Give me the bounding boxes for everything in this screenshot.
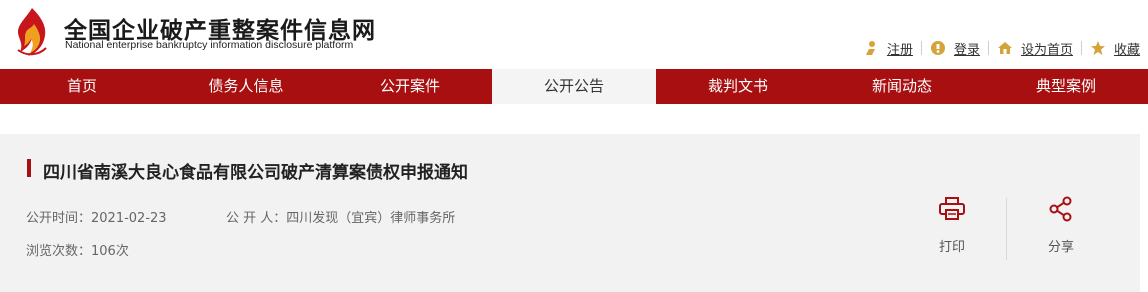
favorite-label: 收藏 [1113,42,1140,58]
publisher: 公 开 人：四川发现（宜宾）律师事务所 [226,211,456,226]
flame-logo-icon[interactable] [12,6,52,58]
login-icon [930,41,945,55]
actions-divider [1006,198,1007,260]
star-icon [1090,41,1105,55]
site-header: 全国企业破产重整案件信息网 National enterprise bankru… [0,0,1148,69]
nav-judgments[interactable]: 裁判文书 [656,69,820,104]
printer-icon [939,197,965,220]
view-count: 浏览次数：106次 [26,244,129,259]
home-icon [997,42,1012,54]
login-link[interactable]: 登录 [920,41,988,58]
nav-public-cases[interactable]: 公开案件 [328,69,492,104]
register-link[interactable]: 注册 [855,41,921,58]
notice-panel: 四川省南溪大良心食品有限公司破产清算案债权申报通知 公开时间：2021-02-2… [0,134,1140,292]
publish-date: 公开时间：2021-02-23 [26,211,167,226]
site-subtitle: National enterprise bankruptcy informati… [65,39,354,51]
top-links: 注册 登录 设为首页 收藏 [855,38,1148,58]
nav-home[interactable]: 首页 [0,69,164,104]
set-homepage-link[interactable]: 设为首页 [987,41,1081,58]
share-button[interactable]: 分享 [1031,196,1091,255]
title-accent-bar [27,159,31,177]
share-icon [1049,196,1072,222]
register-label: 注册 [886,42,913,58]
nav-typical-cases[interactable]: 典型案例 [984,69,1148,104]
notice-title: 四川省南溪大良心食品有限公司破产清算案债权申报通知 [43,163,468,183]
print-label: 打印 [938,240,965,255]
nav-debtor-info[interactable]: 债务人信息 [164,69,328,104]
nav-news[interactable]: 新闻动态 [820,69,984,104]
share-label: 分享 [1047,240,1074,255]
favorite-link[interactable]: 收藏 [1080,41,1148,58]
user-icon [865,41,875,55]
set-homepage-label: 设为首页 [1020,42,1073,58]
main-nav: 首页 债务人信息 公开案件 公开公告 裁判文书 新闻动态 典型案例 [0,69,1148,104]
nav-public-notices[interactable]: 公开公告 [492,69,656,104]
login-label: 登录 [953,42,980,58]
print-button[interactable]: 打印 [922,196,982,255]
